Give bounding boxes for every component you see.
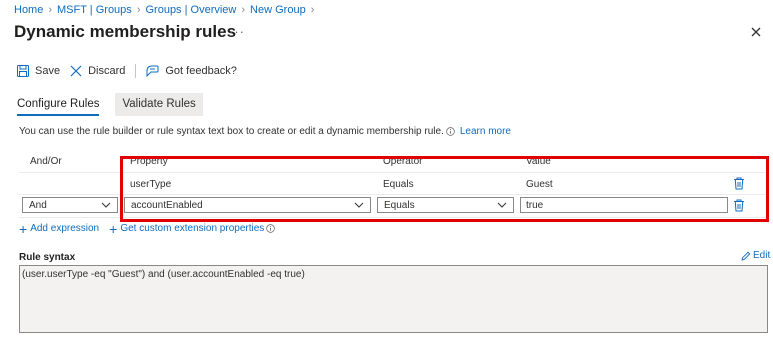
chevron-right-icon: › xyxy=(136,4,141,16)
rule-syntax-label: Rule syntax xyxy=(19,252,76,263)
row1-property: userType xyxy=(130,179,172,190)
toolbar-divider xyxy=(135,64,137,78)
breadcrumb-groups[interactable]: MSFT | Groups xyxy=(57,4,132,16)
breadcrumb-overview[interactable]: Groups | Overview xyxy=(145,4,236,16)
discard-icon xyxy=(70,65,82,77)
close-icon xyxy=(751,27,761,37)
and-or-value: And xyxy=(29,199,47,211)
learn-more-link[interactable]: Learn more xyxy=(460,126,511,137)
plus-icon: + xyxy=(109,220,118,237)
and-or-dropdown[interactable]: And xyxy=(22,197,118,213)
property-value: accountEnabled xyxy=(131,199,203,211)
row1-operator: Equals xyxy=(383,179,414,190)
header-and-or: And/Or xyxy=(30,156,62,167)
feedback-icon xyxy=(146,65,159,77)
feedback-label: Got feedback? xyxy=(165,65,237,77)
chevron-right-icon: › xyxy=(310,4,315,16)
close-button[interactable] xyxy=(748,24,764,40)
row-divider xyxy=(19,194,767,195)
header-property: Property xyxy=(130,156,168,167)
tab-validate-rules[interactable]: Validate Rules xyxy=(115,93,203,116)
header-value: Value xyxy=(526,156,551,167)
value-input[interactable]: true xyxy=(520,197,728,213)
description-text: You can use the rule builder or rule syn… xyxy=(19,126,444,137)
pencil-icon xyxy=(741,251,751,261)
rule-actions: + Add expression + Get custom extension … xyxy=(19,220,276,237)
chevron-down-icon xyxy=(354,202,364,208)
feedback-button[interactable]: Got feedback? xyxy=(146,65,237,77)
tab-bar: Configure Rules Validate Rules xyxy=(17,93,203,116)
operator-value: Equals xyxy=(384,199,415,211)
edit-label: Edit xyxy=(753,250,771,261)
property-dropdown[interactable]: accountEnabled xyxy=(124,197,371,213)
chevron-down-icon xyxy=(497,202,507,208)
rule-syntax-textbox[interactable]: (user.userType -eq "Guest") and (user.ac… xyxy=(19,265,768,333)
delete-row-icon[interactable] xyxy=(733,177,745,190)
plus-icon: + xyxy=(19,220,28,237)
more-options-button[interactable]: ··· xyxy=(229,24,245,39)
discard-button[interactable]: Discard xyxy=(70,65,125,77)
info-icon[interactable] xyxy=(446,127,455,136)
chevron-right-icon: › xyxy=(241,4,246,16)
row1-value: Guest xyxy=(526,179,553,190)
add-expression-button[interactable]: + Add expression xyxy=(19,220,100,237)
breadcrumb-home[interactable]: Home xyxy=(14,4,43,16)
toolbar: Save Discard Got feedback? xyxy=(17,64,237,78)
save-button[interactable]: Save xyxy=(17,65,60,77)
breadcrumb: Home › MSFT | Groups › Groups | Overview… xyxy=(14,4,319,16)
save-icon xyxy=(17,65,29,77)
edit-syntax-button[interactable]: Edit xyxy=(741,250,770,261)
get-custom-extension-button[interactable]: + Get custom extension properties xyxy=(109,220,276,237)
add-expression-label: Add expression xyxy=(30,223,100,234)
tab-configure-rules[interactable]: Configure Rules xyxy=(17,93,100,116)
discard-label: Discard xyxy=(88,65,126,77)
chevron-down-icon xyxy=(101,202,111,208)
description: You can use the rule builder or rule syn… xyxy=(19,126,511,137)
header-divider xyxy=(19,172,767,173)
header-operator: Operator xyxy=(383,156,423,167)
page-title: Dynamic membership rules xyxy=(14,22,237,41)
breadcrumb-new-group[interactable]: New Group xyxy=(250,4,306,16)
save-label: Save xyxy=(35,65,61,77)
delete-row-icon[interactable] xyxy=(733,199,745,212)
info-icon[interactable] xyxy=(266,224,276,233)
custom-extension-label: Get custom extension properties xyxy=(120,223,265,234)
row-divider xyxy=(19,217,767,218)
chevron-right-icon: › xyxy=(48,4,53,16)
operator-dropdown[interactable]: Equals xyxy=(377,197,514,213)
